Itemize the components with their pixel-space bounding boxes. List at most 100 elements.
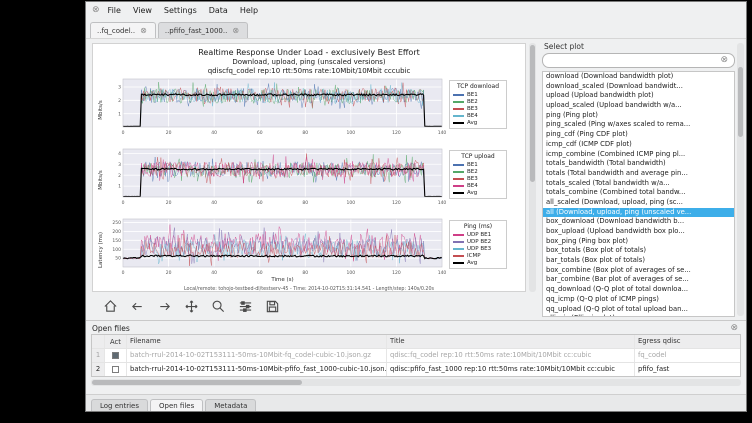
home-icon: [103, 299, 118, 314]
menu-file[interactable]: File: [102, 4, 127, 17]
plot-scrollbar[interactable]: [529, 43, 536, 292]
tab-close-icon[interactable]: ⊗: [230, 27, 241, 35]
legend-tcp-upload: TCP uploadBE1BE2BE3BE4Avg: [449, 150, 507, 199]
back-button[interactable]: [129, 298, 145, 314]
zoom-button[interactable]: [210, 298, 226, 314]
plot-list-item[interactable]: upload (Upload bandwidth plot): [543, 91, 734, 101]
y-axis-label: Mbits/s: [95, 76, 106, 144]
legend-label: UDP BE2: [467, 239, 491, 245]
open-files-header: Open files ⊗: [91, 322, 741, 334]
legend-item: BE2: [453, 98, 503, 105]
plot-list-item[interactable]: box_upload (Upload bandwidth box plo...: [543, 227, 734, 237]
plot-list-item[interactable]: ping (Ping plot): [543, 111, 734, 121]
subplot-row-tcp-download: Mbits/s020406080100120140123TCP download…: [95, 76, 523, 146]
legend-title: Ping (ms): [453, 223, 503, 230]
plot-list-item[interactable]: qq_upload (Q-Q plot of total upload ban.…: [543, 305, 734, 315]
plot-list-item[interactable]: bar_combine (Bar plot of averages of se.…: [543, 275, 734, 285]
plot-list-item[interactable]: totals_bandwidth (Total bandwidth): [543, 159, 734, 169]
plot-list-item[interactable]: all_scaled (Download, upload, ping (sc..…: [543, 198, 734, 208]
dock-tab-metadata[interactable]: Metadata: [205, 399, 256, 411]
legend-item: BE4: [453, 182, 503, 189]
save-button[interactable]: [264, 298, 280, 314]
menu-view[interactable]: View: [127, 4, 158, 17]
plot-select-sidebar: Select plot ⊗ download (Download bandwid…: [538, 39, 746, 320]
plot-list-scrollbar[interactable]: [737, 43, 744, 316]
active-checkbox[interactable]: [112, 352, 119, 359]
table-row[interactable]: 1batch-rrul-2014-10-02T153111-50ms-10Mbi…: [92, 349, 740, 363]
table-hscrollbar[interactable]: [91, 379, 741, 386]
active-checkbox[interactable]: [112, 366, 119, 373]
svg-text:200: 200: [112, 229, 121, 235]
subplots-button[interactable]: [237, 298, 253, 314]
menu-items: FileViewSettingsDataHelp: [102, 6, 265, 15]
pan-button[interactable]: [183, 298, 199, 314]
plot-pane: Realtime Response Under Load - exclusive…: [86, 39, 538, 320]
title-cell: qdisc:fq_codel rep:10 rtt:50ms rate:10Mb…: [387, 349, 635, 362]
menu-bar: ⊗ FileViewSettingsDataHelp: [86, 2, 746, 19]
legend-item: Avg: [453, 259, 503, 266]
menu-settings[interactable]: Settings: [158, 4, 203, 17]
plot-list-item[interactable]: download_scaled (Download bandwidt...: [543, 82, 734, 92]
plot-list-item[interactable]: box_combine (Box plot of averages of se.…: [543, 266, 734, 276]
search-clear-icon[interactable]: ⊗: [718, 56, 730, 65]
legend-label: BE2: [467, 169, 478, 175]
window-close-icon[interactable]: ⊗: [90, 6, 102, 15]
plot-list-item[interactable]: box_download (Download bandwidth b...: [543, 217, 734, 227]
dock-tab-log-entries[interactable]: Log entries: [91, 399, 148, 411]
plot-search-input[interactable]: [547, 57, 718, 65]
plot-list-scrollbar-thumb[interactable]: [738, 67, 743, 137]
plot-list-item[interactable]: all (Download, upload, ping (unscaled ve…: [543, 208, 734, 218]
plot-scrollbar-thumb[interactable]: [530, 45, 535, 182]
table-row[interactable]: 2batch-rrul-2014-10-02T153111-50ms-10Mbi…: [92, 363, 740, 376]
row-active-cell: [105, 349, 127, 362]
plot-list-item[interactable]: ping_cdf (Ping CDF plot): [543, 130, 734, 140]
plot-list-item[interactable]: qq_icmp (Q-Q plot of ICMP pings): [543, 295, 734, 305]
svg-text:0: 0: [122, 270, 125, 276]
tab-bar: ..fq_codel..⊗..pfifo_fast_1000..⊗: [86, 19, 746, 38]
forward-button[interactable]: [156, 298, 172, 314]
plot-list-item[interactable]: upload_scaled (Upload bandwidth w/a...: [543, 101, 734, 111]
row-number: 2: [92, 363, 105, 376]
table-hscrollbar-thumb[interactable]: [92, 380, 302, 385]
y-axis-label: Mbits/s: [95, 146, 106, 214]
legend-item: UDP BE3: [453, 245, 503, 252]
plot-list-item[interactable]: ping_scaled (Ping w/axes scaled to rema.…: [543, 120, 734, 130]
open-files-dock: Open files ⊗ ActFilenameTitleEgress qdis…: [86, 320, 746, 394]
home-button[interactable]: [102, 298, 118, 314]
menu-help[interactable]: Help: [234, 4, 264, 17]
svg-text:3: 3: [118, 85, 121, 91]
svg-text:4: 4: [118, 151, 121, 157]
plot-list-item[interactable]: box_totals (Box plot of totals): [543, 246, 734, 256]
legend-item: Avg: [453, 119, 503, 126]
file-tab-1[interactable]: ..pfifo_fast_1000..⊗: [158, 22, 248, 38]
plot-list-item[interactable]: icmp_combine (Combined ICMP ping pl...: [543, 150, 734, 160]
legend-label: BE1: [467, 92, 478, 98]
menu-data[interactable]: Data: [203, 4, 234, 17]
dock-tab-open-files[interactable]: Open files: [150, 399, 203, 411]
column-header-Act: Act: [105, 335, 127, 348]
svg-text:60: 60: [257, 200, 263, 206]
figure-subtitle: Download, upload, ping (unscaled version…: [95, 58, 523, 67]
plot-list-item[interactable]: totals (Total bandwidth and average pin.…: [543, 169, 734, 179]
svg-text:150: 150: [112, 238, 121, 244]
file-tab-0[interactable]: ..fq_codel..⊗: [90, 22, 156, 38]
subplot-tcp-upload: 0204060801001201401234: [106, 146, 446, 214]
plot-list-item[interactable]: totals_combine (Combined total bandw...: [543, 188, 734, 198]
legend-title: TCP upload: [453, 153, 503, 160]
plot-list-item[interactable]: download (Download bandwidth plot): [543, 72, 734, 82]
plot-list-item[interactable]: box_ping (Ping box plot): [543, 237, 734, 247]
legend-item: BE1: [453, 91, 503, 98]
plot-list-item[interactable]: totals_scaled (Total bandwidth w/a...: [543, 179, 734, 189]
legend-swatch: [453, 255, 464, 257]
svg-text:0: 0: [122, 200, 125, 206]
plot-list-item[interactable]: bar_totals (Box plot of totals): [543, 256, 734, 266]
plot-list-item[interactable]: qq_download (Q-Q plot of total downloa..…: [543, 285, 734, 295]
legend-item: UDP BE2: [453, 238, 503, 245]
column-header-Title: Title: [387, 335, 635, 348]
tab-close-icon[interactable]: ⊗: [138, 27, 149, 35]
plot-list-item[interactable]: icmp_cdf (ICMP CDF plot): [543, 140, 734, 150]
legend-swatch: [453, 94, 464, 96]
plot-list-item[interactable]: ellipsis (Ellipsis plot): [543, 314, 734, 317]
legend-label: Avg: [467, 120, 477, 126]
dock-close-icon[interactable]: ⊗: [728, 324, 740, 333]
